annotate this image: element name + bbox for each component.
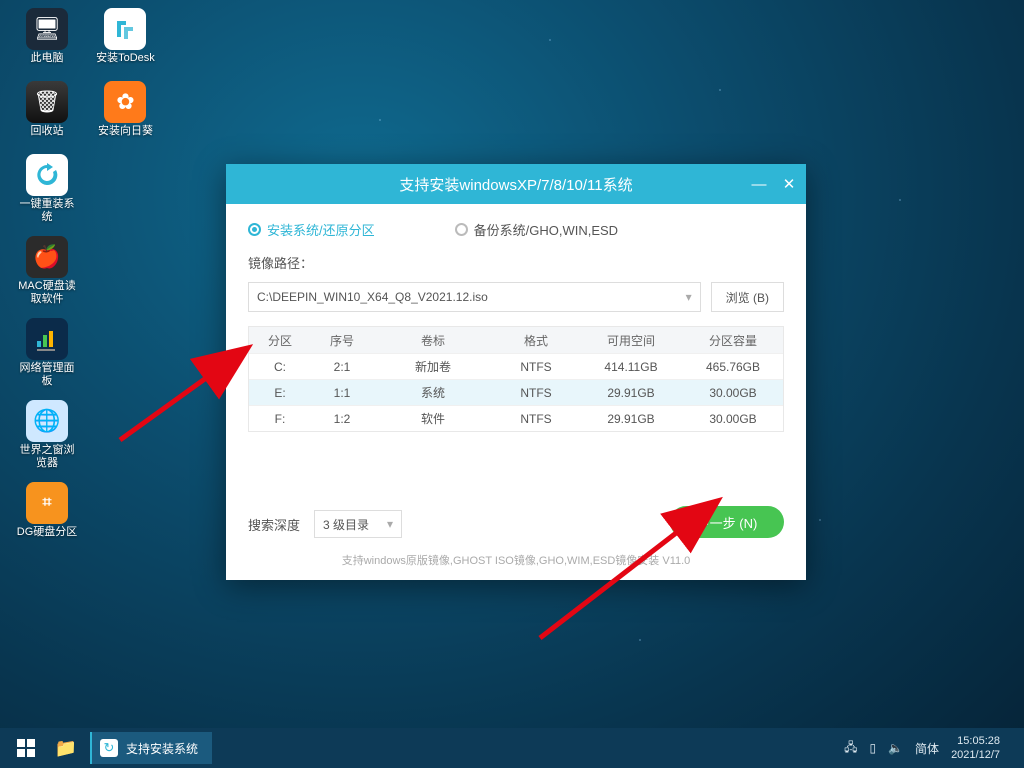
image-path-value: C:\DEEPIN_WIN10_X64_Q8_V2021.12.iso [257, 290, 488, 304]
installer-window: 支持安装windowsXP/7/8/10/11系统 — ✕ 安装系统/还原分区 … [226, 164, 806, 580]
pc-icon: 🖥 [26, 8, 68, 50]
taskbar-app-installer[interactable]: ↻ 支持安装系统 [90, 732, 212, 764]
desktop-icon-netpanel[interactable]: 网络管理面板 [16, 318, 78, 388]
desktop-icon-browser[interactable]: 🌐世界之窗浏览器 [16, 400, 78, 470]
tray-ime[interactable]: 简体 [915, 740, 939, 757]
network-panel-icon [26, 318, 68, 360]
search-depth-label: 搜索深度 [248, 515, 300, 534]
apple-icon: 🍎 [26, 236, 68, 278]
desktop-icon-reinstall[interactable]: 一键重装系统 [16, 154, 78, 224]
desktop-icon-mac-hd[interactable]: 🍎MAC硬盘读取软件 [16, 236, 78, 306]
desktop-icon-this-pc[interactable]: 🖥此电脑 [16, 8, 78, 65]
table-row[interactable]: F:1:2软件NTFS29.91GB30.00GB [249, 405, 783, 431]
option-install-restore[interactable]: 安装系统/还原分区 [248, 220, 375, 239]
tray-network-icon[interactable]: 🖧 [844, 738, 857, 759]
image-path-label: 镜像路径： [248, 253, 784, 272]
desktop-icon-recycle[interactable]: 🗑回收站 [16, 81, 78, 138]
minimize-button[interactable]: — [750, 176, 768, 193]
radio-selected-icon [248, 223, 261, 236]
globe-icon: 🌐 [26, 400, 68, 442]
desktop-icon-dg[interactable]: ⌗DG硬盘分区 [16, 482, 78, 539]
tray-volume-icon[interactable]: 🔈 [888, 741, 903, 755]
partition-table: 分区 序号 卷标 格式 可用空间 分区容量 C:2:1新加卷NTFS414.11… [248, 326, 784, 432]
desktop-icons: 🖥此电脑 安装ToDesk 🗑回收站 ✿安装向日葵 一键重装系统 🍎MAC硬盘读… [10, 4, 170, 551]
titlebar[interactable]: 支持安装windowsXP/7/8/10/11系统 — ✕ [226, 164, 806, 204]
table-header-row: 分区 序号 卷标 格式 可用空间 分区容量 [249, 327, 783, 353]
tray-battery-icon[interactable]: ▯ [869, 741, 876, 755]
chevron-down-icon: ▾ [686, 290, 692, 304]
table-row[interactable]: E:1:1系统NTFS29.91GB30.00GB [249, 379, 783, 405]
reinstall-icon [26, 154, 68, 196]
desktop-icon-sunflower[interactable]: ✿安装向日葵 [94, 81, 156, 138]
chevron-down-icon: ▾ [387, 517, 393, 531]
radio-unselected-icon [455, 223, 468, 236]
desktop-icon-todesk[interactable]: 安装ToDesk [94, 8, 156, 65]
option-backup[interactable]: 备份系统/GHO,WIN,ESD [455, 220, 618, 239]
close-button[interactable]: ✕ [780, 175, 798, 193]
trash-icon: 🗑 [26, 81, 68, 123]
taskbar-explorer[interactable]: 📁 [46, 728, 86, 768]
windows-logo-icon [17, 739, 35, 757]
tray-clock[interactable]: 15:05:28 2021/12/7 [951, 734, 1000, 762]
system-tray: 🖧 ▯ 🔈 简体 15:05:28 2021/12/7 [844, 734, 1018, 762]
start-button[interactable] [6, 728, 46, 768]
taskbar: 📁 ↻ 支持安装系统 🖧 ▯ 🔈 简体 15:05:28 2021/12/7 [0, 728, 1024, 768]
folder-icon: 📁 [55, 738, 77, 759]
image-path-dropdown[interactable]: C:\DEEPIN_WIN10_X64_Q8_V2021.12.iso ▾ [248, 282, 701, 312]
search-depth-select[interactable]: 3 级目录 ▾ [314, 510, 402, 538]
window-title: 支持安装windowsXP/7/8/10/11系统 [399, 174, 632, 195]
todesk-icon [104, 8, 146, 50]
next-button[interactable]: 下一步 (N) [670, 506, 784, 538]
dg-icon: ⌗ [26, 482, 68, 524]
installer-app-icon: ↻ [100, 739, 118, 757]
sunflower-icon: ✿ [104, 81, 146, 123]
footnote: 支持windows原版镜像,GHOST ISO镜像,GHO,WIM,ESD镜像安… [248, 552, 784, 568]
browse-button[interactable]: 浏览 (B) [711, 282, 784, 312]
table-row[interactable]: C:2:1新加卷NTFS414.11GB465.76GB [249, 353, 783, 379]
